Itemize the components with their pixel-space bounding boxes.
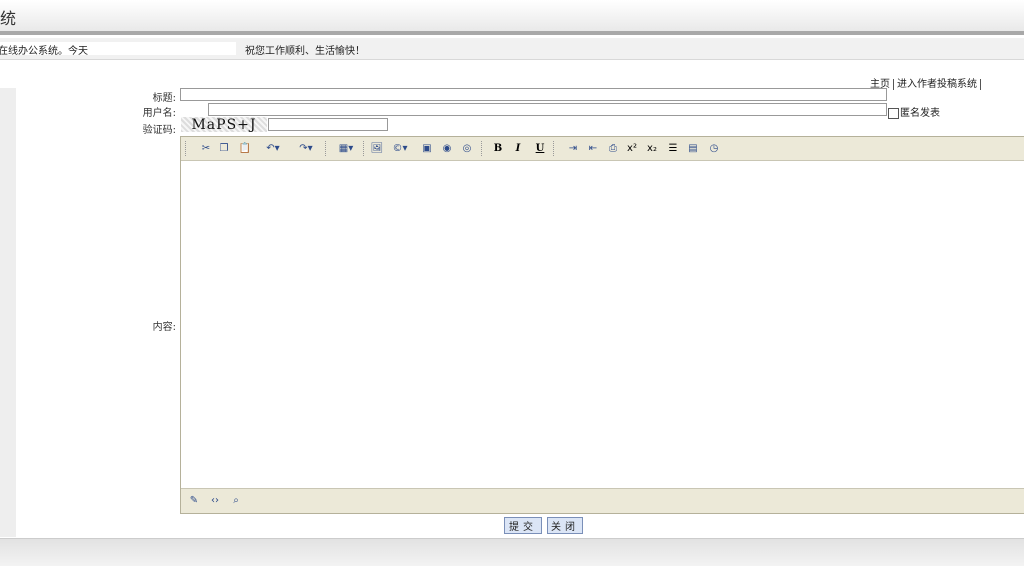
toolbar-grip: [553, 141, 556, 156]
html-mode-icon[interactable]: ‹›: [207, 493, 223, 508]
toolbar-grip: [481, 141, 484, 156]
wish-text: 祝您工作顺利、生活愉快！: [245, 46, 365, 57]
info-bar: 在线办公系统。今天 祝您工作顺利、生活愉快！: [0, 38, 1024, 60]
table-icon[interactable]: ▦▾: [333, 141, 359, 156]
app-header: 统: [0, 0, 1024, 31]
title-input[interactable]: [180, 88, 887, 101]
toolbar-grip: [363, 141, 366, 156]
redo-icon[interactable]: ↷▾: [295, 141, 317, 156]
anonymous-option[interactable]: 匿名发表: [888, 104, 940, 119]
username-label: 用户名:: [142, 108, 176, 119]
media-icon[interactable]: ▣: [419, 141, 435, 156]
list-icon[interactable]: ☰: [665, 141, 681, 156]
link-divider: [893, 78, 894, 90]
design-mode-icon[interactable]: ✎: [187, 493, 201, 508]
welcome-text: 在线办公系统。今天: [0, 46, 88, 57]
welcome-box: 在线办公系统。今天: [0, 42, 236, 57]
underline-icon[interactable]: U: [533, 141, 547, 156]
toolbar-grip: [185, 141, 188, 156]
superscript-icon[interactable]: x²: [625, 141, 639, 156]
anonymous-label: 匿名发表: [900, 108, 940, 119]
anonymous-checkbox[interactable]: [888, 107, 899, 119]
submit-button[interactable]: 提交: [504, 517, 542, 534]
page-footer: [0, 538, 1024, 566]
subscript-icon[interactable]: x₂: [645, 141, 659, 156]
print-icon[interactable]: ⎙: [605, 141, 621, 156]
rich-text-editor[interactable]: ✂ ❐ 📋 ↶▾ ↷▾ ▦▾ 🖼 ©▾ ▣ ◉ ◎ B I U ⇥ ⇤ ⎙ x²…: [180, 136, 1024, 514]
toolbar-grip: [325, 141, 328, 156]
link-icon[interactable]: ◉: [439, 141, 455, 156]
paste-word-icon[interactable]: ▤: [685, 141, 701, 156]
copy-icon[interactable]: ❐: [217, 141, 231, 156]
editor-toolbar: ✂ ❐ 📋 ↶▾ ↷▾ ▦▾ 🖼 ©▾ ▣ ◉ ◎ B I U ⇥ ⇤ ⎙ x²…: [181, 137, 1024, 161]
close-button[interactable]: 关闭: [547, 517, 583, 534]
captcha-input[interactable]: [268, 118, 388, 131]
captcha-label: 验证码:: [142, 125, 176, 136]
left-sidebar: [0, 88, 16, 537]
header-divider: [0, 31, 1024, 35]
app-title: 统: [0, 9, 17, 28]
link-divider: [980, 78, 981, 90]
content-label: 内容:: [152, 322, 176, 333]
top-links: 主页 进入作者投稿系统: [870, 75, 984, 90]
indent-icon[interactable]: ⇥: [565, 141, 581, 156]
author-system-link[interactable]: 进入作者投稿系统: [897, 75, 977, 90]
unlink-icon[interactable]: ◎: [459, 141, 475, 156]
editor-mode-bar: ✎ ‹› ⌕: [181, 488, 1024, 513]
paste-icon[interactable]: 📋: [237, 141, 253, 156]
time-icon[interactable]: ◷: [707, 141, 721, 156]
bold-icon[interactable]: B: [491, 141, 505, 156]
undo-icon[interactable]: ↶▾: [263, 141, 283, 156]
username-input[interactable]: [208, 103, 887, 116]
captcha-image[interactable]: MaPS+J: [181, 116, 267, 133]
cut-icon[interactable]: ✂: [199, 141, 213, 156]
title-label: 标题:: [152, 93, 176, 104]
image-icon[interactable]: 🖼: [369, 141, 385, 156]
outdent-icon[interactable]: ⇤: [585, 141, 601, 156]
captcha-text: MaPS+J: [191, 116, 257, 133]
symbol-icon[interactable]: ©▾: [389, 141, 411, 156]
preview-mode-icon[interactable]: ⌕: [229, 493, 243, 508]
italic-icon[interactable]: I: [511, 141, 525, 156]
